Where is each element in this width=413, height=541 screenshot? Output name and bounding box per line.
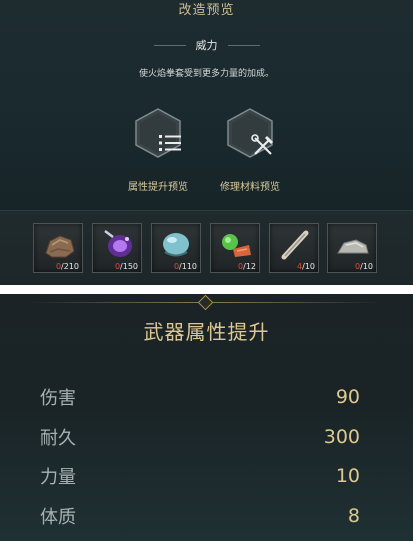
weapon-stats-panel: 武器属性提升 伤害 90 耐久 300 力量 10 体质 8 <box>0 294 413 541</box>
stats-title: 武器属性提升 <box>143 320 270 344</box>
material-count: 0/110 <box>173 262 197 271</box>
repair-materials-label: 修理材料预览 <box>220 182 280 193</box>
upgrade-description: 使火焰拳套受到更多力量的加成。 <box>138 69 274 79</box>
ornament-diamond <box>197 294 214 311</box>
material-slot[interactable]: 0/12 <box>210 223 260 273</box>
material-slot[interactable]: 4/10 <box>269 223 319 273</box>
material-count: 4/10 <box>297 262 315 271</box>
stat-preview-label: 属性提升预览 <box>128 182 188 193</box>
divider-left <box>153 44 186 46</box>
repair-materials-button[interactable] <box>224 107 276 159</box>
stat-row: 伤害 90 <box>40 384 360 410</box>
stat-row: 耐久 300 <box>40 424 360 450</box>
stat-name: 耐久 <box>40 428 76 449</box>
section-label: 威力 <box>195 39 218 52</box>
stat-preview-button[interactable] <box>132 107 184 159</box>
stat-name: 力量 <box>40 467 76 488</box>
panel-title: 改造预览 <box>178 3 235 18</box>
blue-slime-icon <box>163 233 189 257</box>
material-count: 0/150 <box>114 262 138 271</box>
material-slot[interactable]: 0/110 <box>151 223 201 273</box>
ore-icon <box>45 235 75 258</box>
material-count: 0/210 <box>55 262 79 271</box>
material-slot[interactable]: 0/210 <box>33 223 83 273</box>
material-slot[interactable]: 0/150 <box>92 223 142 273</box>
material-slot[interactable]: 0/10 <box>327 223 377 273</box>
stat-name: 伤害 <box>40 388 76 409</box>
stat-row: 体质 8 <box>40 503 360 529</box>
stat-value: 8 <box>347 505 360 527</box>
materials-bar: 0/210 0/150 0/110 0/12 4/10 0/10 <box>0 210 413 285</box>
material-count: 0/12 <box>238 262 256 271</box>
stat-value: 300 <box>323 426 360 448</box>
divider-right <box>227 44 260 46</box>
stat-name: 体质 <box>40 507 76 528</box>
bone-icon <box>281 230 309 260</box>
stat-row: 力量 10 <box>40 463 360 489</box>
upgrade-preview-panel: 改造预览 威力 使火焰拳套受到更多力量的加成。 属性提升预览 修理材料预览 0/… <box>0 0 413 285</box>
material-count: 0/10 <box>355 262 373 271</box>
purple-crystal-icon <box>104 230 132 257</box>
stat-value: 90 <box>335 386 360 408</box>
herb-fruit-icon <box>222 234 251 257</box>
section-header: 威力 <box>0 38 413 52</box>
stone-icon <box>337 239 369 254</box>
stat-value: 10 <box>335 465 360 487</box>
